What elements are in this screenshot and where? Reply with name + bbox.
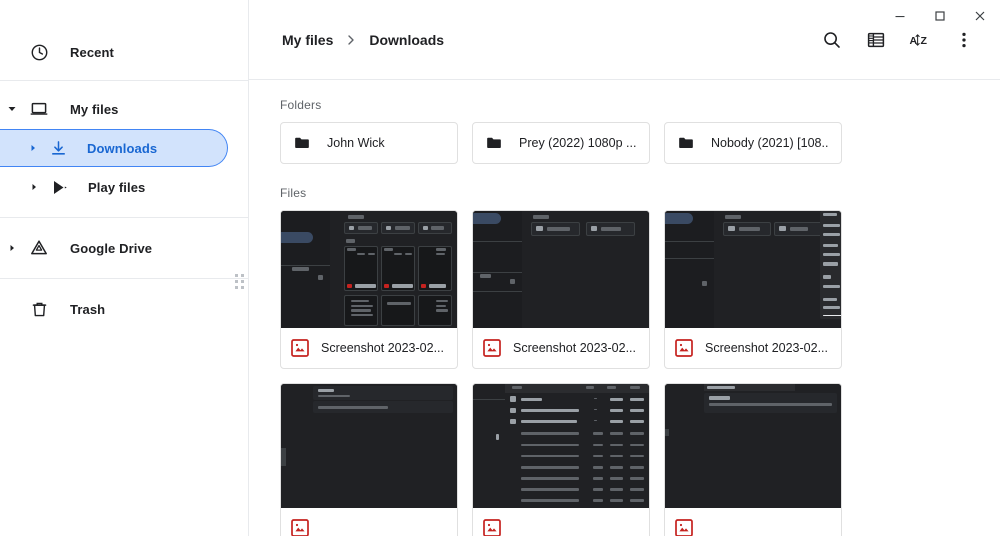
file-item[interactable]: Screenshot 2023-02... <box>664 210 842 369</box>
file-item[interactable] <box>472 383 650 536</box>
image-file-icon <box>483 339 501 357</box>
maximize-icon <box>934 10 946 22</box>
sidebar-item-trash[interactable]: Trash <box>0 289 228 329</box>
sidebar-item-label: Play files <box>88 179 146 195</box>
file-item[interactable] <box>664 383 842 536</box>
breadcrumb-downloads[interactable]: Downloads <box>367 28 446 52</box>
sidebar-divider <box>0 217 248 218</box>
file-item[interactable]: Screenshot 2023-02... <box>472 210 650 369</box>
window-controls <box>880 0 1000 32</box>
sidebar-item-label: Recent <box>70 44 114 60</box>
sidebar-item-recent[interactable]: Recent <box>0 32 228 72</box>
more-vertical-icon <box>954 30 974 50</box>
main-area: My files Downloads A Z Folders John Wick… <box>248 0 1000 536</box>
image-file-icon <box>483 519 501 536</box>
download-icon <box>43 139 73 158</box>
image-file-icon <box>675 519 693 536</box>
laptop-icon <box>24 99 54 119</box>
sidebar-item-my-files[interactable]: My files <box>0 89 228 129</box>
clock-icon <box>24 43 54 62</box>
sidebar-item-downloads[interactable]: Downloads <box>0 129 228 167</box>
chevron-right-icon[interactable] <box>0 244 24 252</box>
close-button[interactable] <box>960 0 1000 32</box>
search-button[interactable] <box>810 18 854 62</box>
file-thumbnail <box>281 384 457 508</box>
image-file-icon <box>675 339 693 357</box>
folder-icon <box>677 134 701 152</box>
chevron-right-icon <box>345 34 357 46</box>
sidebar: Recent My files Downloads Play files Goo… <box>0 0 248 536</box>
file-thumbnail <box>665 384 841 508</box>
breadcrumb: My files Downloads <box>280 28 446 52</box>
google-drive-icon <box>24 238 54 258</box>
file-name: Screenshot 2023-02... <box>321 341 444 355</box>
minimize-icon <box>894 10 906 22</box>
file-thumbnail <box>473 384 649 508</box>
sort-az-icon: A Z <box>909 30 931 50</box>
file-thumbnail <box>281 211 457 328</box>
sidebar-resize-grip[interactable] <box>235 274 245 290</box>
chevron-right-icon[interactable] <box>23 144 43 152</box>
file-thumbnail <box>665 211 841 328</box>
sidebar-item-label: Google Drive <box>70 240 153 256</box>
svg-text:A: A <box>909 35 917 47</box>
folder-item[interactable]: John Wick <box>280 122 458 164</box>
folder-item[interactable]: Prey (2022) 1080p ... <box>472 122 650 164</box>
file-label <box>473 508 649 536</box>
folder-name: John Wick <box>327 136 385 150</box>
file-name: Screenshot 2023-02... <box>513 341 636 355</box>
sidebar-item-label: My files <box>70 101 119 117</box>
file-label <box>665 508 841 536</box>
folders-grid: John Wick Prey (2022) 1080p ... Nobody (… <box>280 122 968 164</box>
list-view-icon <box>866 30 886 50</box>
folder-name: Prey (2022) 1080p ... <box>519 136 637 150</box>
sidebar-item-label: Trash <box>70 301 106 317</box>
play-store-icon <box>44 178 74 197</box>
file-label: Screenshot 2023-02... <box>665 328 841 368</box>
file-item[interactable] <box>280 383 458 536</box>
file-label <box>281 508 457 536</box>
breadcrumb-my-files[interactable]: My files <box>280 28 335 52</box>
chevron-down-icon[interactable] <box>0 104 24 114</box>
file-thumbnail <box>473 211 649 328</box>
minimize-button[interactable] <box>880 0 920 32</box>
svg-text:Z: Z <box>920 35 927 47</box>
close-icon <box>974 10 986 22</box>
trash-icon <box>24 300 54 319</box>
file-label: Screenshot 2023-02... <box>281 328 457 368</box>
image-file-icon <box>291 339 309 357</box>
image-file-icon <box>291 519 309 536</box>
sidebar-divider <box>0 278 248 279</box>
sidebar-item-label: Downloads <box>87 140 158 156</box>
files-app-window: Recent My files Downloads Play files Goo… <box>0 0 1000 536</box>
sidebar-divider <box>0 80 248 81</box>
folder-item[interactable]: Nobody (2021) [108... <box>664 122 842 164</box>
maximize-button[interactable] <box>920 0 960 32</box>
folder-icon <box>485 134 509 152</box>
files-grid: Screenshot 2023-02... Screenshot 2023-02… <box>280 210 968 536</box>
folder-name: Nobody (2021) [108... <box>711 136 829 150</box>
file-item[interactable]: Screenshot 2023-02... <box>280 210 458 369</box>
folder-icon <box>293 134 317 152</box>
folders-heading: Folders <box>280 98 322 112</box>
sidebar-item-google-drive[interactable]: Google Drive <box>0 228 228 268</box>
chevron-right-icon[interactable] <box>24 183 44 191</box>
file-name: Screenshot 2023-02... <box>705 341 828 355</box>
search-icon <box>822 30 842 50</box>
file-label: Screenshot 2023-02... <box>473 328 649 368</box>
file-browser-content: Folders John Wick Prey (2022) 1080p ... <box>248 80 1000 536</box>
sidebar-item-play-files[interactable]: Play files <box>0 167 228 207</box>
files-heading: Files <box>280 186 307 200</box>
